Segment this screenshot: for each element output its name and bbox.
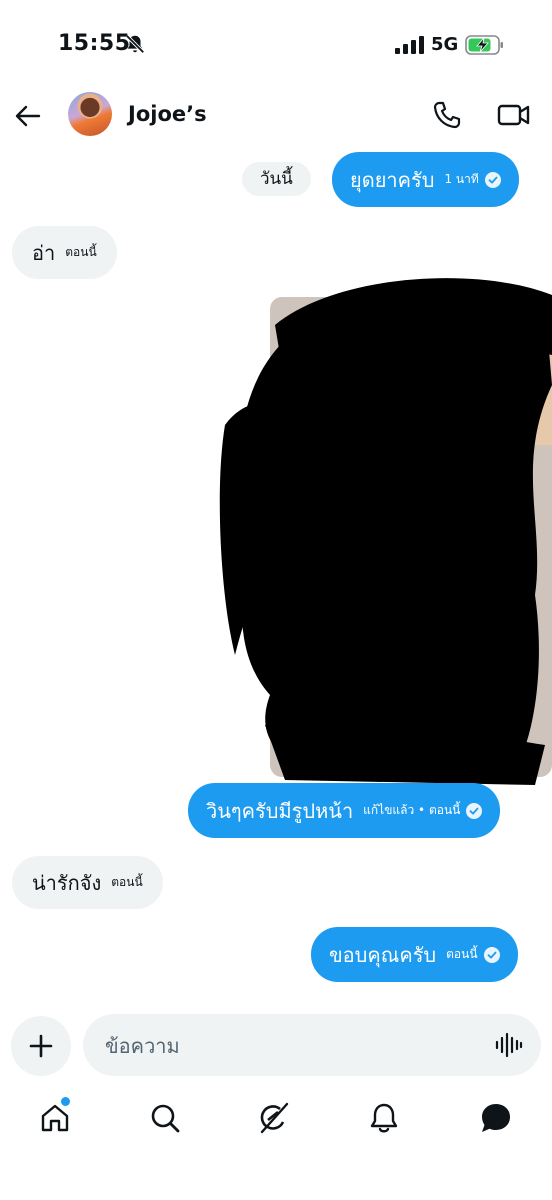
sent-check-icon <box>466 802 483 819</box>
outgoing-message[interactable]: วินๆครับมีรูปหน้า แก้ไขแล้ว • ตอนนี้ <box>188 783 501 838</box>
video-call-icon[interactable] <box>497 100 531 130</box>
incoming-message[interactable]: อ่า ตอนนี้ <box>12 226 117 279</box>
message-text: วินๆครับมีรูปหน้า <box>206 798 354 823</box>
outgoing-message[interactable]: ขอบคุณครับ ตอนนี้ <box>311 927 518 982</box>
message-input[interactable] <box>103 1014 487 1078</box>
conversation-header: Jojoe’s <box>0 90 552 146</box>
sent-check-icon <box>484 171 501 188</box>
message-timestamp: แก้ไขแล้ว • ตอนนี้ <box>363 803 461 817</box>
add-attachment-button[interactable] <box>11 1016 71 1076</box>
contact-name[interactable]: Jojoe’s <box>128 102 207 126</box>
redacted-photo-message[interactable] <box>215 265 552 785</box>
message-text: น่ารักจัง <box>32 870 102 895</box>
message-text: ขอบคุณครับ <box>329 942 437 967</box>
search-icon[interactable] <box>147 1100 183 1136</box>
grok-icon[interactable] <box>256 1100 292 1136</box>
message-timestamp: ตอนนี้ <box>65 245 97 259</box>
incoming-message[interactable]: น่ารักจัง ตอนนี้ <box>12 856 163 909</box>
bottom-navigation <box>0 1090 552 1150</box>
messages-icon[interactable] <box>478 1100 514 1136</box>
outgoing-message[interactable]: ยุดยาครับ 1 นาที <box>332 152 519 207</box>
message-text: ยุดยาครับ <box>350 167 435 192</box>
home-notification-dot <box>61 1097 70 1106</box>
network-label: 5G <box>431 34 459 55</box>
plus-icon <box>29 1034 53 1058</box>
message-timestamp: ตอนนี้ <box>446 947 478 961</box>
status-time: 15:55 <box>58 31 131 56</box>
bell-off-icon <box>125 34 145 54</box>
message-timestamp: ตอนนี้ <box>111 875 143 889</box>
battery-charging-icon <box>465 35 503 55</box>
message-composer <box>83 1014 541 1078</box>
status-bar: 15:55 5G <box>0 0 552 90</box>
avatar[interactable] <box>68 92 112 136</box>
back-arrow-icon[interactable] <box>14 102 42 130</box>
phone-icon[interactable] <box>432 100 462 130</box>
date-separator: วันนี้ <box>242 162 311 196</box>
message-timestamp: 1 นาที <box>444 172 479 186</box>
message-text: อ่า <box>32 240 56 265</box>
notifications-icon[interactable] <box>366 1100 402 1136</box>
signal-icon <box>395 36 424 54</box>
voice-message-icon[interactable] <box>495 1032 523 1058</box>
sent-check-icon <box>483 946 500 963</box>
